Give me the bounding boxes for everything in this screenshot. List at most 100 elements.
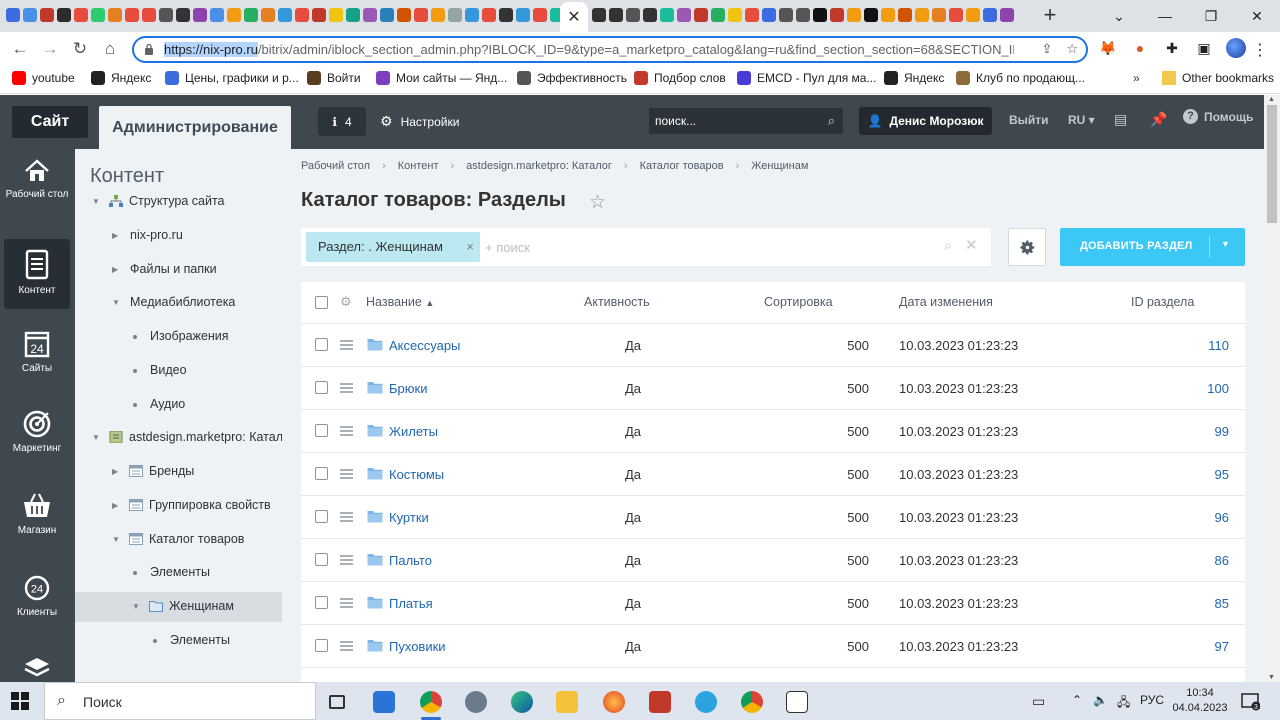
- editor-app-icon[interactable]: [777, 687, 817, 717]
- tab-favicon[interactable]: [694, 8, 708, 22]
- logout-link[interactable]: Выйти: [1009, 113, 1049, 127]
- row-checkbox[interactable]: [315, 338, 328, 351]
- help-link[interactable]: ? Помощь: [1183, 109, 1253, 124]
- tab-favicon[interactable]: [677, 8, 691, 22]
- breadcrumb-item[interactable]: Контент: [398, 160, 439, 172]
- column-sort[interactable]: Сортировка: [764, 295, 833, 309]
- bookmark-item[interactable]: Эффективность: [517, 71, 627, 85]
- tab-favicon[interactable]: [813, 8, 827, 22]
- volume-icon[interactable]: 🔈: [1093, 693, 1108, 707]
- menu-clients[interactable]: 24 Клиенты: [4, 573, 70, 643]
- tab-favicon[interactable]: [448, 8, 462, 22]
- tab-favicon[interactable]: [91, 8, 105, 22]
- search-icon[interactable]: ⌕: [944, 237, 952, 254]
- search-icon[interactable]: ⌕: [828, 113, 835, 129]
- section-id-link[interactable]: 99: [1215, 424, 1229, 439]
- tree-node[interactable]: ▶ Бренды: [75, 457, 282, 487]
- tab-favicon[interactable]: [762, 8, 776, 22]
- chevron-down-icon[interactable]: ⌄: [1096, 0, 1142, 32]
- section-id-link[interactable]: 86: [1215, 553, 1229, 568]
- edge-app-icon[interactable]: [502, 687, 542, 717]
- tab-favicon[interactable]: [881, 8, 895, 22]
- admin-search-input[interactable]: [655, 112, 815, 130]
- share-icon[interactable]: ⇪: [1041, 41, 1052, 57]
- tree-collapse-icon[interactable]: ▼: [112, 298, 120, 307]
- row-checkbox[interactable]: [315, 596, 328, 609]
- tab-favicon[interactable]: [6, 8, 20, 22]
- menu-shop[interactable]: Магазин: [4, 491, 70, 561]
- chrome-app-icon[interactable]: [411, 687, 451, 720]
- windows-start-icon[interactable]: [11, 692, 29, 710]
- tab-favicon[interactable]: [159, 8, 173, 22]
- tree-collapse-icon[interactable]: ▼: [112, 535, 120, 544]
- tab-favicon[interactable]: [465, 8, 479, 22]
- tree-node[interactable]: Элементы: [75, 626, 282, 656]
- chevron-up-icon[interactable]: ⌃: [1072, 693, 1082, 707]
- taskbar-clock[interactable]: 10:34 04.04.2023: [1172, 686, 1228, 716]
- task-view-icon[interactable]: [317, 687, 357, 717]
- tab-favicon[interactable]: [142, 8, 156, 22]
- bookmark-item[interactable]: EMCD - Пул для ма...: [737, 71, 876, 85]
- table-row[interactable]: Брюки Да 500 10.03.2023 01:23:23 100: [301, 367, 1245, 410]
- bookmark-item[interactable]: youtube: [12, 71, 75, 85]
- breadcrumb-item[interactable]: Женщинам: [751, 160, 808, 172]
- tree-node[interactable]: ▶ Группировка свойств: [75, 491, 282, 521]
- chrome-profile-app-icon[interactable]: [732, 687, 772, 717]
- row-checkbox[interactable]: [315, 553, 328, 566]
- filter-search-input[interactable]: [485, 238, 885, 256]
- tree-expand-icon[interactable]: ▶: [112, 467, 118, 476]
- tree-collapse-icon[interactable]: ▼: [92, 197, 100, 206]
- notification-center-icon[interactable]: 3: [1240, 691, 1260, 711]
- table-row[interactable]: Платья Да 500 10.03.2023 01:23:23 85: [301, 582, 1245, 625]
- row-checkbox[interactable]: [315, 639, 328, 652]
- section-name-link[interactable]: Пальто: [389, 553, 432, 568]
- pin-icon[interactable]: 📌: [1150, 111, 1167, 128]
- home-button[interactable]: ⌂: [98, 37, 122, 61]
- tab-favicon[interactable]: [108, 8, 122, 22]
- tree-node[interactable]: Видео: [75, 356, 282, 386]
- menu-layers[interactable]: [4, 654, 70, 682]
- tree-node[interactable]: ▼ Женщинам: [75, 592, 282, 622]
- bookmark-item[interactable]: Яндекс: [91, 71, 151, 85]
- tab-favicon[interactable]: [626, 8, 640, 22]
- tree-node[interactable]: ▼ Медиабиблиотека: [75, 288, 282, 318]
- row-checkbox[interactable]: [315, 510, 328, 523]
- tab-favicon[interactable]: [728, 8, 742, 22]
- tab-favicon[interactable]: [779, 8, 793, 22]
- select-all-checkbox[interactable]: [315, 296, 328, 309]
- tab-favicon[interactable]: [176, 8, 190, 22]
- tree-node[interactable]: Изображения: [75, 322, 282, 352]
- tab-favicon[interactable]: [983, 8, 997, 22]
- input-language[interactable]: РУС: [1140, 693, 1164, 707]
- tab-favicon[interactable]: [57, 8, 71, 22]
- tree-node[interactable]: Аудио: [75, 390, 282, 420]
- network-icon[interactable]: 🖧: [1117, 693, 1130, 714]
- user-menu-button[interactable]: 👤 Денис Морозюк: [859, 107, 992, 135]
- tab-favicon[interactable]: [40, 8, 54, 22]
- language-selector[interactable]: RU ▾: [1068, 113, 1095, 127]
- drag-handle-icon[interactable]: [340, 426, 353, 438]
- tab-favicon[interactable]: [482, 8, 496, 22]
- site-mode-button[interactable]: Сайт: [12, 106, 88, 138]
- menu-desktop[interactable]: Рабочий стол: [4, 157, 70, 227]
- keyboard-icon[interactable]: ▭: [1032, 693, 1045, 710]
- tab-favicon[interactable]: [830, 8, 844, 22]
- breadcrumb-item[interactable]: Рабочий стол: [301, 160, 370, 172]
- tab-favicon[interactable]: [397, 8, 411, 22]
- menu-sites[interactable]: 24 Сайты: [4, 329, 70, 399]
- background-tabs[interactable]: [592, 8, 1032, 24]
- breadcrumb-item[interactable]: astdesign.marketpro: Каталог: [466, 160, 612, 172]
- mail-app-icon[interactable]: [364, 687, 404, 717]
- scroll-up-icon[interactable]: ▲: [1268, 96, 1275, 103]
- metamask-icon[interactable]: 🦊: [1098, 38, 1118, 58]
- section-name-link[interactable]: Пуховики: [389, 639, 446, 654]
- section-id-link[interactable]: 96: [1215, 510, 1229, 525]
- tab-favicon[interactable]: [949, 8, 963, 22]
- bookmark-item[interactable]: Мои сайты — Янд...: [376, 71, 507, 85]
- tree-expand-icon[interactable]: ▶: [112, 501, 118, 510]
- tree-node[interactable]: Элементы: [75, 558, 282, 588]
- active-tab-close-button[interactable]: ✕: [560, 2, 588, 32]
- tree-node[interactable]: ▶ Файлы и папки: [75, 255, 282, 285]
- explorer-app-icon[interactable]: [547, 687, 587, 717]
- tab-favicon[interactable]: [193, 8, 207, 22]
